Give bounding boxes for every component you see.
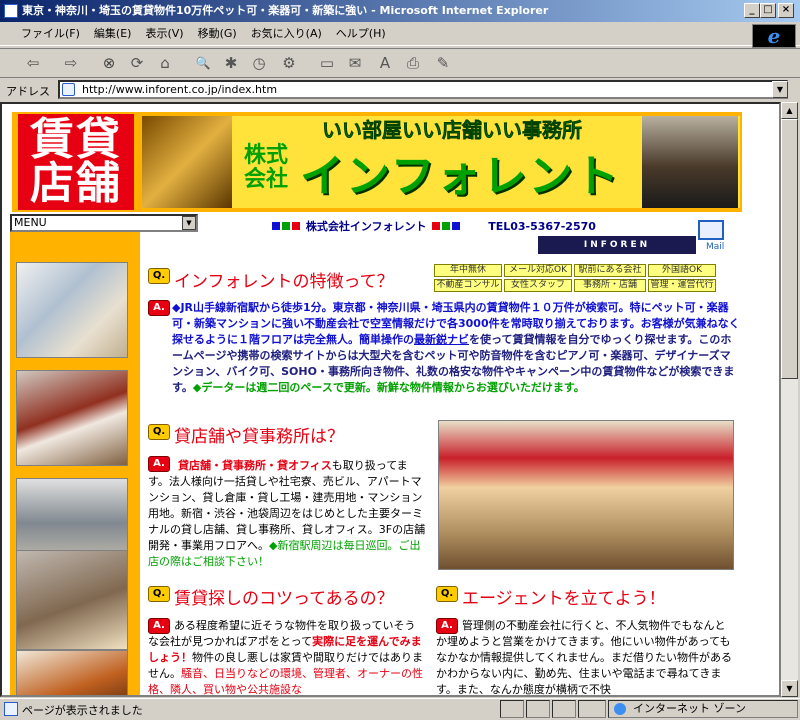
stop-icon[interactable]: ⊗: [98, 52, 120, 74]
tag-foreign-language: 外国語OK: [648, 264, 716, 277]
print-icon[interactable]: ⎙: [402, 52, 424, 74]
search-icon[interactable]: 🔍: [192, 52, 214, 74]
section1-text: ◆JR山手線新宿駅から徒歩1分。東京都・神奈川県・埼玉県内の賃貸物件１０万件が検…: [172, 300, 740, 396]
section4-text: 管理側の不動産会社に行くと、不人気物件でもなんとか埋めようと営業をかけてきます。…: [436, 619, 732, 696]
fullscreen-icon[interactable]: ▭: [316, 52, 338, 74]
tag-management: 管理・運営代行: [648, 279, 716, 292]
globe-icon: [614, 703, 626, 715]
forward-icon[interactable]: ⇨: [60, 52, 82, 74]
back-icon[interactable]: ⇦: [22, 52, 44, 74]
room-photo-5[interactable]: [16, 650, 128, 695]
edit-icon[interactable]: ✎: [432, 52, 454, 74]
window-title: 東京・神奈川・埼玉の賃貸物件10万件ペット可・楽器可・新築に強い - Micro…: [22, 4, 549, 17]
question-icon: Q.: [148, 586, 170, 602]
section4-heading: エージェントを立てよう！: [462, 589, 666, 609]
menu-file[interactable]: ファイル(F): [14, 22, 87, 46]
menu-edit[interactable]: 編集(E): [87, 22, 139, 46]
menu-dropdown-icon[interactable]: ▼: [182, 216, 196, 230]
company-name: 株式会社インフォレント: [305, 220, 427, 233]
company-logo-text: インフォレント: [300, 151, 621, 202]
address-dropdown-icon[interactable]: ▼: [772, 81, 788, 98]
section1-heading: インフォレントの特徴って？: [174, 272, 394, 292]
menu-help[interactable]: ヘルプ(H): [329, 22, 393, 46]
kabushiki-kaisha-label: 株式会社: [243, 143, 288, 192]
mail-label[interactable]: Mail: [706, 242, 724, 252]
latest-navi-link[interactable]: 最新鋭ナビ: [414, 333, 469, 346]
ie-throbber-icon: e: [752, 24, 796, 48]
tag-female-staff: 女性スタッフ: [504, 279, 572, 292]
address-label: アドレス: [6, 85, 50, 98]
status-segment: [526, 700, 550, 718]
tag-email-ok: メール対応OK: [504, 264, 572, 277]
maximize-button[interactable]: □: [760, 3, 776, 18]
security-zone: インターネット ゾーン: [608, 700, 798, 718]
vertical-scrollbar[interactable]: ▲ ▼: [781, 102, 798, 697]
status-segment: [500, 700, 524, 718]
scroll-thumb[interactable]: [781, 119, 798, 379]
train-logo: INFOREN: [538, 236, 696, 254]
page-done-icon: [4, 702, 18, 716]
chintai-logo[interactable]: 賃貸店舗: [18, 114, 134, 210]
room-photo-1[interactable]: [16, 262, 128, 358]
status-segment: [552, 700, 576, 718]
close-button[interactable]: ×: [778, 3, 794, 18]
tag-office-store: 事務所・店舗: [574, 279, 646, 292]
section2-lead: 貸店舗・貸事務所・貸オフィス: [178, 459, 332, 472]
saxophone-image: [142, 116, 232, 208]
tag-consulting: 不動産コンサル: [434, 279, 502, 292]
question-icon: Q.: [148, 424, 170, 440]
scroll-down-icon[interactable]: ▼: [781, 680, 798, 697]
tag-station-front: 駅前にある会社: [574, 264, 646, 277]
history-icon[interactable]: ◷: [248, 52, 270, 74]
section3-highlight2: 騒音、日当りなどの環境、管理者、オーナーの性格、隣人、買い物や公共施設な: [148, 667, 423, 696]
section2-text: 貸店舗・貸事務所・貸オフィスも取り扱ってます。法人様向け一括貸しや社宅寮、売ビル…: [148, 458, 428, 570]
room-photo-4[interactable]: [16, 550, 128, 650]
section3-text: ある程度希望に近そうな物件を取り扱っていそうな会社が見つかればアポをとって実際に…: [148, 618, 424, 696]
section2-heading: 貸店舗や貸事務所は？: [174, 427, 344, 447]
room-photo-2[interactable]: [16, 370, 128, 466]
status-text: ページが表示されました: [22, 704, 143, 717]
answer-icon: A.: [148, 300, 170, 316]
minimize-button[interactable]: _: [744, 3, 760, 18]
phone-number: TEL03-5367-2570: [488, 220, 596, 233]
ie-app-icon[interactable]: [4, 4, 18, 18]
font-icon[interactable]: A: [374, 52, 396, 74]
shop-front-photo[interactable]: [438, 420, 734, 570]
tagline: いい部屋いい店舗いい事務所: [322, 118, 583, 143]
window-title-bar: 東京・神奈川・埼玉の賃貸物件10万件ペット可・楽器可・新築に強い - Micro…: [0, 0, 800, 22]
refresh-icon[interactable]: ⟳: [126, 52, 148, 74]
question-icon: Q.: [148, 268, 170, 284]
mail-envelope-icon[interactable]: [698, 220, 724, 240]
mail-icon[interactable]: ✉: [344, 52, 366, 74]
menu-select[interactable]: MENU: [10, 214, 198, 232]
address-input[interactable]: http://www.inforent.co.jp/index.htm: [58, 80, 788, 99]
tag-open-all-year: 年中無休: [434, 264, 502, 277]
favorites-icon[interactable]: ✱: [220, 52, 242, 74]
page-icon: [62, 83, 75, 96]
menu-favorites[interactable]: お気に入り(A): [244, 22, 329, 46]
menu-go[interactable]: 移動(G): [191, 22, 244, 46]
page-viewport[interactable]: 賃貸店舗 いい部屋いい店舗いい事務所 株式会社 インフォレント MENU ▼ 株…: [0, 102, 781, 697]
menu-bar: ファイル(F) 編集(E) 表示(V) 移動(G) お気に入り(A) ヘルプ(H): [0, 22, 800, 46]
home-icon[interactable]: ⌂: [154, 52, 176, 74]
status-segment: [578, 700, 606, 718]
question-icon: Q.: [436, 586, 458, 602]
section1-update-note: ◆データーは週二回のペースで更新。新鮮な物件情報からお選びいただけます。: [192, 381, 585, 394]
company-info-line: 株式会社インフォレント TEL03-5367-2570: [272, 218, 596, 234]
channels-icon[interactable]: ⚙: [278, 52, 300, 74]
menu-view[interactable]: 表示(V): [138, 22, 190, 46]
piano-image: [642, 116, 738, 208]
section3-heading: 賃貸探しのコツってあるの？: [174, 589, 394, 609]
toolbar: [0, 48, 800, 78]
scroll-up-icon[interactable]: ▲: [781, 102, 798, 119]
